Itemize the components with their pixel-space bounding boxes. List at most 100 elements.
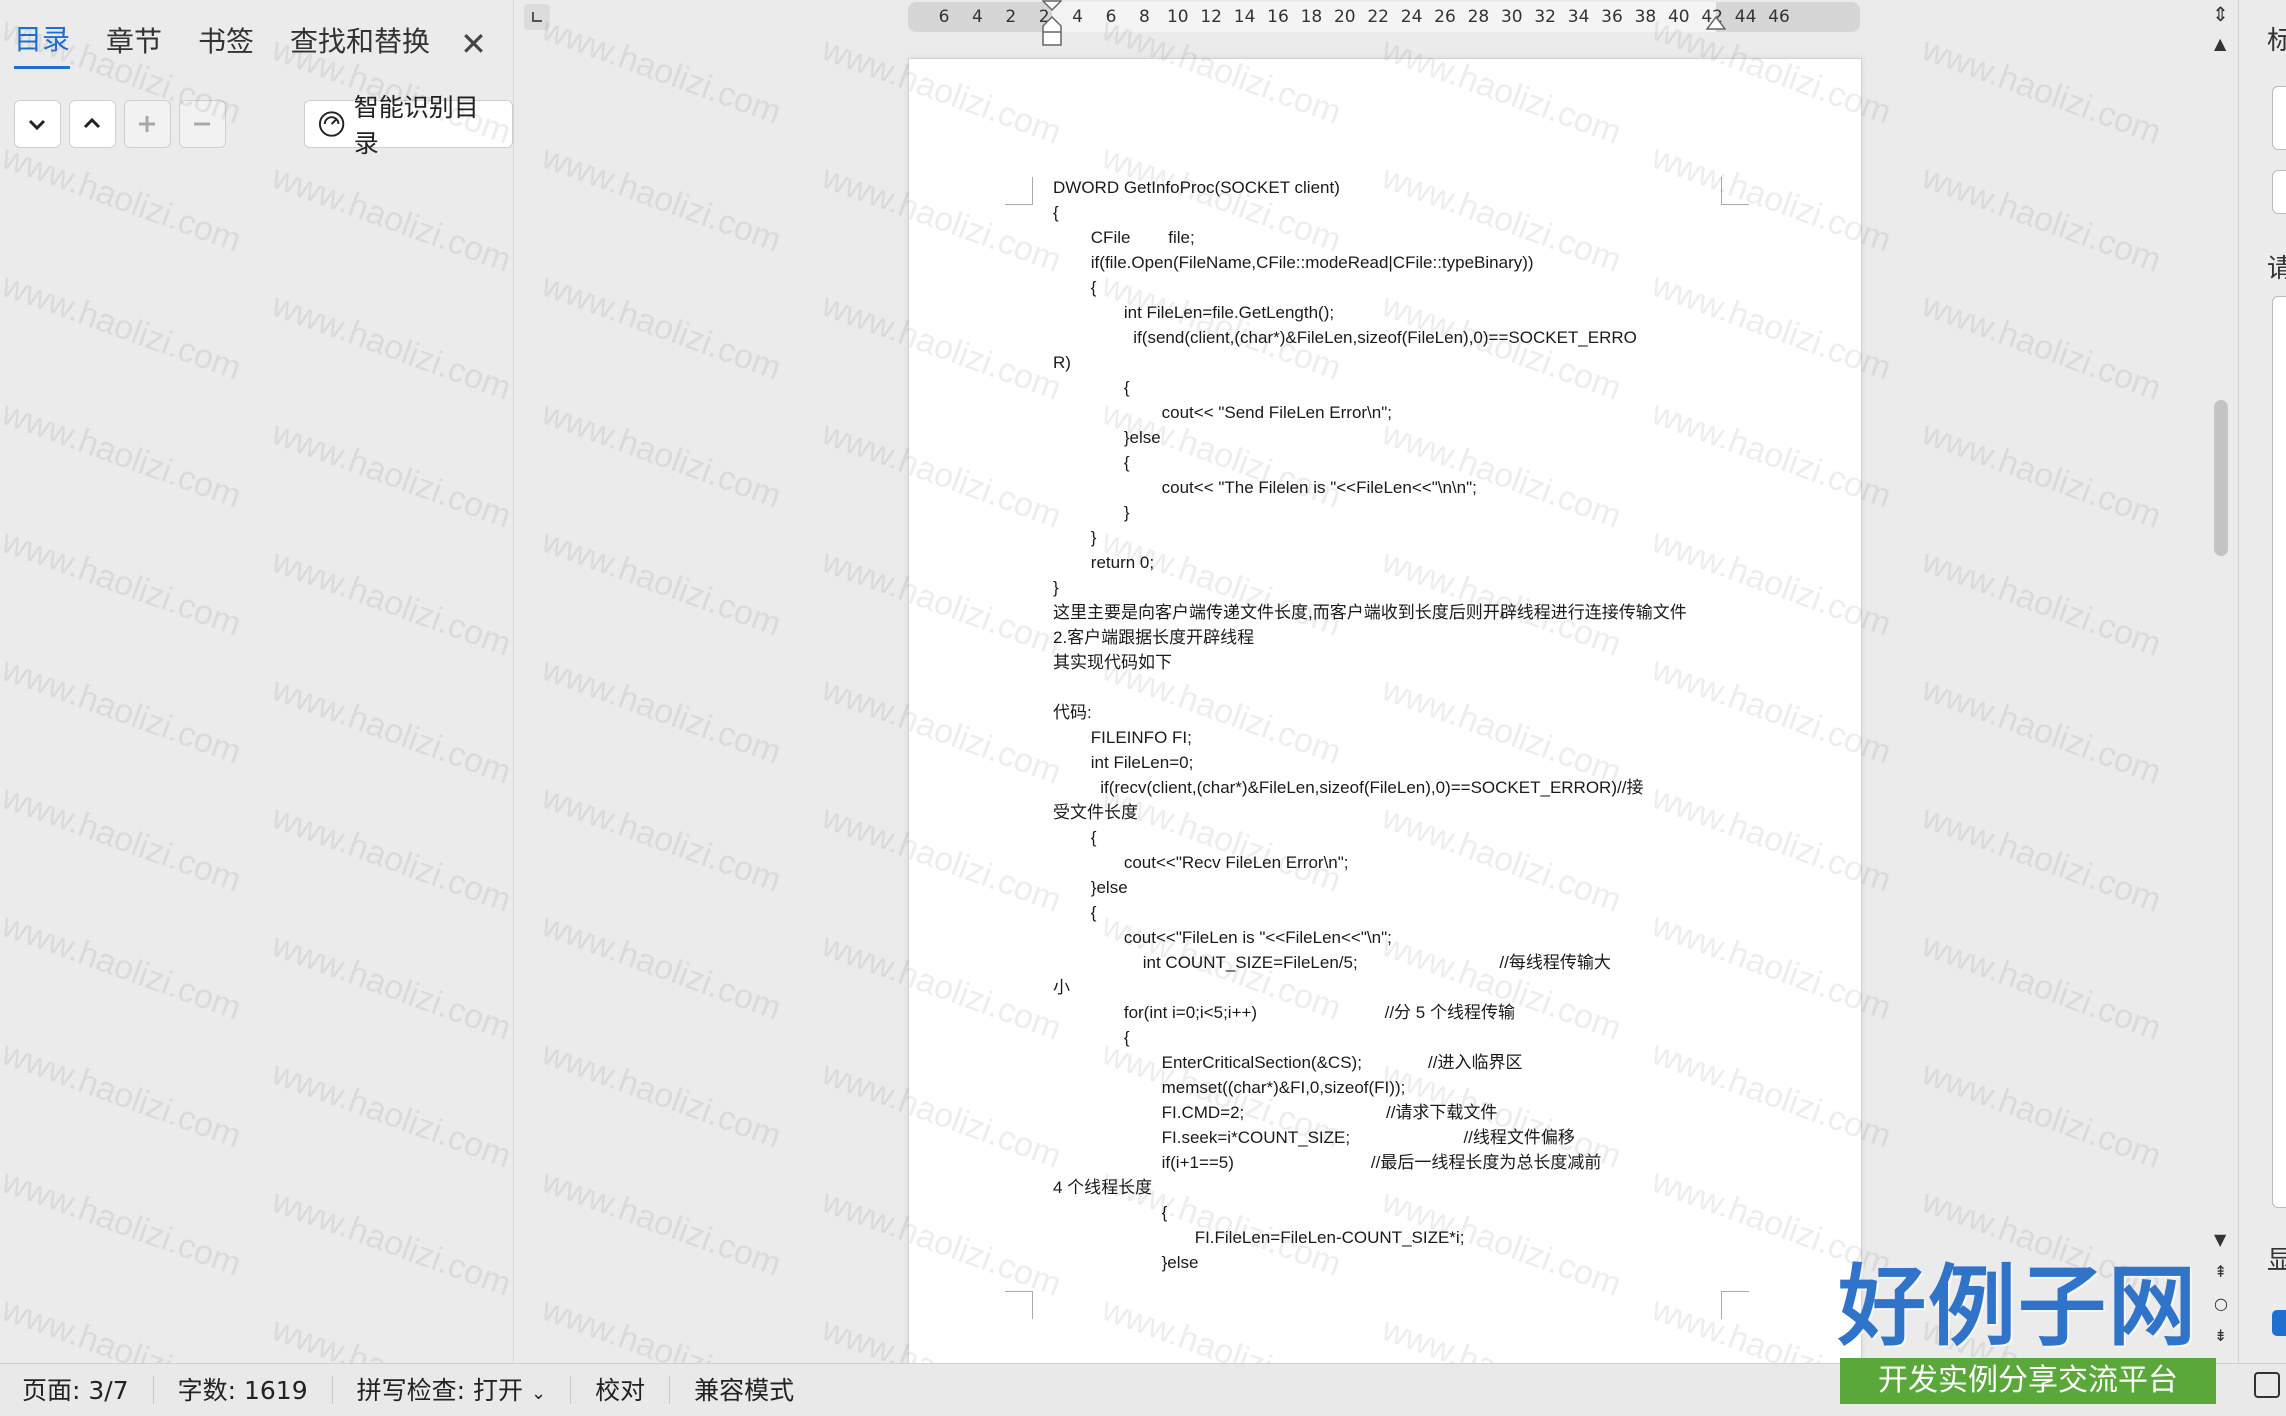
document-line: FI.seek=i*COUNT_SIZE; //线程文件偏移	[1053, 1128, 1575, 1147]
document-line: FI.CMD=2; //请求下载文件	[1053, 1103, 1498, 1122]
logo-title: 好例子网	[1838, 1254, 2199, 1358]
document-line: R)	[1053, 353, 1071, 372]
document-line: {	[1053, 828, 1097, 847]
tab-chapters[interactable]: 章节	[106, 20, 162, 68]
document-line: 代码:	[1053, 703, 1092, 722]
document-line: memset((char*)&FI,0,sizeof(FI));	[1053, 1078, 1406, 1097]
watermark-text: www.haolizi.com	[537, 906, 787, 1028]
document-line: }else	[1053, 1253, 1199, 1272]
first-line-indent-marker[interactable]	[1042, 0, 1062, 12]
nav-tabs: 目录 章节 书签 查找和替换 ✕	[14, 18, 487, 69]
watermark-text: www.haolizi.com	[1917, 798, 2167, 920]
watermark-text: www.haolizi.com	[537, 266, 787, 388]
collapse-up-button[interactable]	[68, 100, 116, 148]
expand-down-button[interactable]	[14, 100, 61, 148]
plus-icon	[139, 116, 156, 132]
previous-page-icon[interactable]: ⇞	[2214, 1262, 2227, 1281]
chevron-down-icon	[29, 119, 46, 131]
spell-check-label: 拼写检查: 打开	[356, 1375, 523, 1405]
chevron-up-icon	[84, 117, 101, 129]
watermark-text: www.haolizi.com	[1917, 542, 2167, 664]
document-line: }else	[1053, 878, 1128, 897]
document-line: cout<< "The Filelen is "<<FileLen<<"\n\n…	[1053, 478, 1477, 497]
horizontal-ruler[interactable]: 6 4 2 2 4 6 8 10 12 14 16 18 20 22 24 26 28 30 32 34 36 38 40 4…	[908, 0, 1860, 46]
status-compat-mode[interactable]: 兼容模式	[670, 1364, 818, 1416]
document-line: for(int i=0;i<5;i++) //分 5 个线程传输	[1053, 1003, 1515, 1022]
logo-slogan: 开发实例分享交流平台	[1840, 1358, 2216, 1404]
tab-toc[interactable]: 目录	[14, 18, 71, 69]
document-line: {	[1053, 1203, 1168, 1222]
scroll-up-icon[interactable]: ▲	[2214, 34, 2226, 53]
status-proofread[interactable]: 校对	[571, 1364, 669, 1416]
fullscreen-icon[interactable]	[2254, 1372, 2280, 1398]
remove-level-button[interactable]	[178, 100, 226, 148]
document-line: {	[1053, 453, 1130, 472]
smart-toc-button[interactable]: 智能识别目录	[303, 93, 514, 158]
panel-select-box[interactable]	[2272, 170, 2286, 214]
navigation-pane: 目录 章节 书签 查找和替换 ✕ 智能识别目录	[0, 0, 514, 1363]
document-line: return 0;	[1053, 553, 1155, 572]
document-line: 这里主要是向客户端传递文件长度,而客户端收到长度后则开辟线程进行连接传输文件	[1053, 603, 1687, 622]
watermark-text: www.haolizi.com	[537, 650, 787, 772]
document-line: {	[1053, 203, 1059, 222]
ruler-toggle[interactable]	[524, 4, 550, 30]
document-line: cout<< "Send FileLen Error\n";	[1053, 403, 1392, 422]
watermark-text: www.haolizi.com	[1917, 1054, 2167, 1176]
document-text[interactable]: DWORD GetInfoProc(SOCKET client) { CFile …	[1053, 175, 1733, 1275]
document-line: {	[1053, 1028, 1130, 1047]
smart-toc-label: 智能识别目录	[353, 93, 479, 158]
add-level-button[interactable]	[123, 100, 171, 148]
panel-checkbox[interactable]	[2272, 1310, 2286, 1336]
scroll-down-icon[interactable]: ▼	[2214, 1230, 2226, 1249]
right-indent-marker[interactable]	[1706, 16, 1726, 30]
document-line: cout<<"Recv FileLen Error\n";	[1053, 853, 1349, 872]
next-page-icon[interactable]: ⇟	[2214, 1326, 2227, 1345]
document-line: 其实现代码如下	[1053, 653, 1172, 672]
minus-icon	[194, 122, 211, 126]
document-line: 2.客户端跟据长度开辟线程	[1053, 628, 1255, 647]
panel-list-box[interactable]	[2272, 296, 2286, 1208]
document-line: int FileLen=file.GetLength();	[1053, 303, 1335, 322]
chevron-down-icon: ⌄	[530, 1382, 547, 1404]
status-spell-check[interactable]: 拼写检查: 打开 ⌄	[333, 1364, 570, 1416]
document-line: }	[1053, 503, 1130, 522]
document-line: if(send(client,(char*)&FileLen,sizeof(Fi…	[1053, 328, 1637, 347]
document-line: {	[1053, 903, 1097, 922]
watermark-text: www.haolizi.com	[537, 138, 787, 260]
document-line: if(file.Open(FileName,CFile::modeRead|CF…	[1053, 253, 1534, 272]
tab-bookmarks[interactable]: 书签	[198, 20, 254, 68]
split-view-icon[interactable]: ⇕	[2212, 2, 2229, 26]
document-line: cout<<"FileLen is "<<FileLen<<"\n";	[1053, 928, 1392, 947]
document-line: }	[1053, 578, 1059, 597]
document-page[interactable]: DWORD GetInfoProc(SOCKET client) { CFile …	[908, 58, 1862, 1368]
tab-stop-icon	[532, 12, 542, 22]
close-icon[interactable]: ✕	[460, 28, 487, 60]
status-word-count[interactable]: 字数: 1619	[154, 1364, 332, 1416]
tab-find-replace[interactable]: 查找和替换	[290, 20, 430, 68]
document-line: 受文件长度	[1053, 803, 1138, 822]
scroll-thumb[interactable]	[2214, 400, 2228, 556]
watermark-text: www.haolizi.com	[537, 10, 787, 132]
document-line: DWORD GetInfoProc(SOCKET client)	[1053, 178, 1340, 197]
document-line: }	[1053, 528, 1097, 547]
hanging-indent-marker[interactable]	[1042, 16, 1062, 46]
browse-object-icon[interactable]: ○	[2214, 1294, 2228, 1313]
panel-prompt-fragment: 请	[2267, 254, 2286, 284]
status-page[interactable]: 页面: 3/7	[0, 1364, 153, 1416]
panel-title-fragment: 标	[2267, 26, 2286, 56]
watermark-text: www.haolizi.com	[537, 1034, 787, 1156]
document-line: if(i+1==5) //最后一线程长度为总长度减前	[1053, 1153, 1602, 1172]
watermark-text: www.haolizi.com	[1917, 286, 2167, 408]
ruler-tick-label: 46	[1768, 7, 1790, 27]
document-line: }else	[1053, 428, 1161, 447]
panel-input-box[interactable]	[2272, 86, 2286, 150]
watermark-text: www.haolizi.com	[537, 522, 787, 644]
watermark-text: www.haolizi.com	[1917, 414, 2167, 536]
document-line: FILEINFO FI;	[1053, 728, 1192, 747]
gauge-icon	[318, 111, 344, 137]
watermark-text: www.haolizi.com	[1917, 158, 2167, 280]
vertical-scrollbar[interactable]: ⇕ ▲ ▼ ⇞ ○ ⇟	[2206, 0, 2236, 1363]
panel-display-fragment: 显	[2267, 1246, 2286, 1276]
margin-corner-bottom-left	[1005, 1291, 1033, 1319]
margin-corner-top-left	[1005, 177, 1033, 205]
